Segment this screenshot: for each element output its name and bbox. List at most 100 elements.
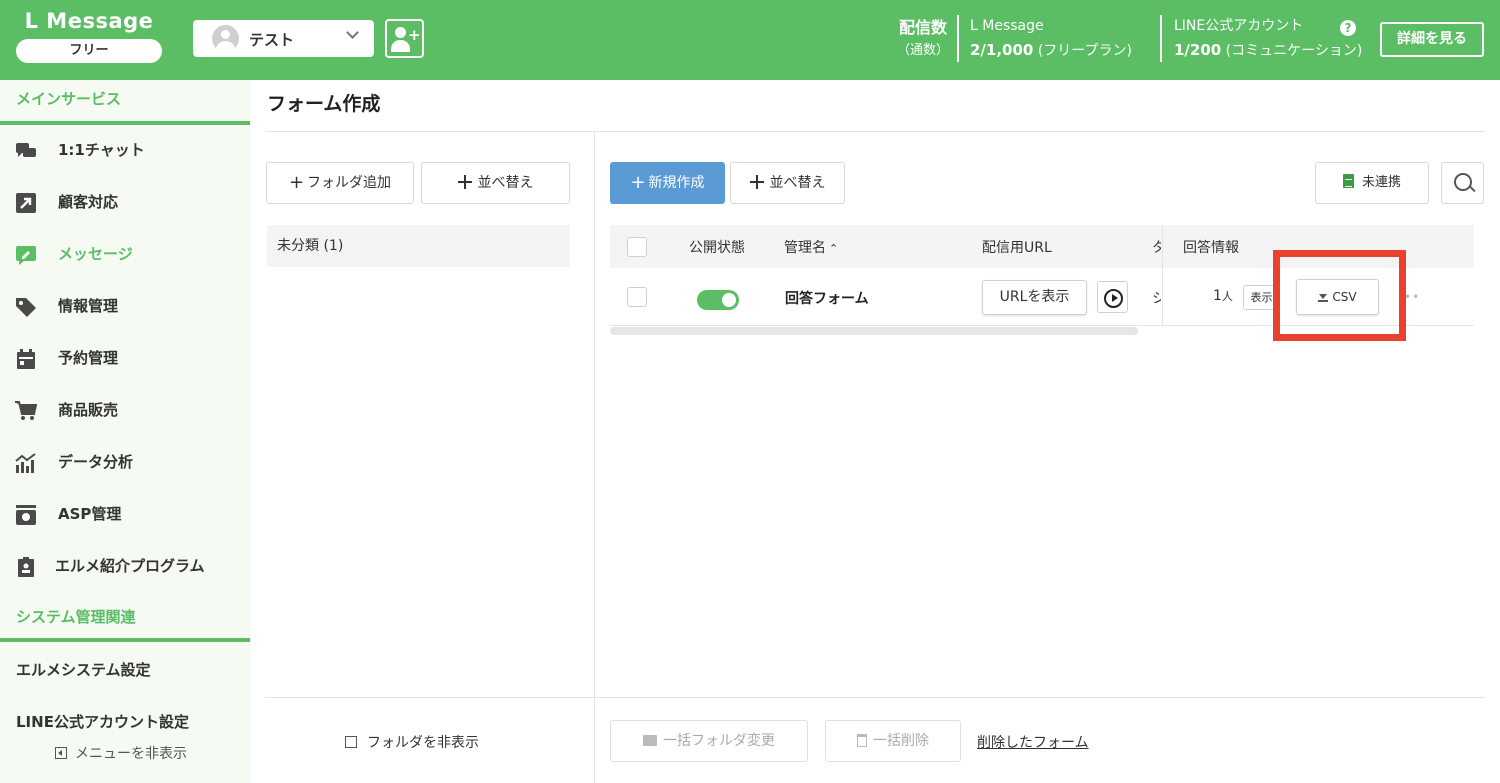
bulk-folder-label: 一括フォルダ変更 [663, 733, 775, 749]
sort-label: 並べ替え [769, 175, 826, 191]
sheets-link-button[interactable]: 未連携 [1315, 162, 1429, 204]
plus-icon: + [408, 26, 421, 44]
sidebar-item-analytics[interactable]: データ分析 [0, 437, 250, 489]
account-select[interactable]: テスト [193, 20, 374, 57]
user-add-icon [395, 27, 406, 38]
sort-icon: ⌃ [829, 242, 839, 255]
answer-count-value: 1 [1213, 288, 1222, 304]
folder-sort-button[interactable]: 並べ替え [421, 162, 570, 204]
preview-button[interactable] [1097, 281, 1128, 313]
hide-menu-label: メニューを非表示 [75, 746, 187, 762]
sidebar-item-referral[interactable]: エルメ紹介プログラム [0, 541, 250, 593]
sidebar-item-label: ASP管理 [58, 505, 122, 523]
move-icon [457, 175, 472, 189]
col-url: 配信用URL [982, 240, 1052, 256]
truncated-cell: シ [1152, 291, 1161, 307]
chart-icon [15, 453, 36, 473]
line-label: LINE公式アカウント [1174, 18, 1304, 34]
form-sort-button[interactable]: 並べ替え [730, 162, 845, 204]
detail-button[interactable]: 詳細を見る [1380, 22, 1484, 57]
search-button[interactable] [1441, 162, 1484, 204]
tag-icon [16, 298, 36, 317]
sidebar-item-label: 商品販売 [58, 401, 119, 419]
message-edit-icon [16, 246, 36, 265]
sidebar-item-asp[interactable]: ASP管理 [0, 489, 250, 541]
divider [594, 131, 595, 783]
col-name-label: 管理名 [784, 240, 826, 256]
account-name: テスト [249, 31, 295, 49]
sidebar-item-label: 情報管理 [58, 297, 119, 315]
publish-toggle[interactable] [697, 290, 739, 310]
divider [1160, 15, 1162, 62]
chevron-down-icon [346, 26, 359, 39]
send-count: 配信数 （通数） [897, 18, 949, 61]
collapse-icon [345, 736, 357, 748]
lmessage-usage: L Message 2/1,000 (フリープラン) [970, 16, 1132, 61]
sidebar-item-line-settings[interactable]: LINE公式アカウント設定 [16, 711, 189, 732]
sidebar-item-sales[interactable]: 商品販売 [0, 385, 250, 437]
section-underline [0, 638, 250, 642]
col-name[interactable]: 管理名 ⌃ [784, 237, 838, 257]
hide-menu-button[interactable]: メニューを非表示 [55, 743, 187, 763]
chat-icon [16, 143, 36, 157]
plus-icon: + [288, 172, 305, 193]
deleted-forms-link[interactable]: 削除したフォーム [977, 732, 1089, 752]
page-title: フォーム作成 [267, 93, 381, 115]
folder-item[interactable]: 未分類 (1) [267, 225, 570, 267]
sidebar-item-label: 顧客対応 [58, 193, 119, 211]
asp-icon [16, 505, 36, 525]
answer-count-unit: 人 [1221, 290, 1233, 303]
divider [265, 131, 1485, 132]
sidebar-item-system-settings[interactable]: エルメシステム設定 [16, 659, 151, 680]
new-form-button[interactable]: + 新規作成 [610, 162, 725, 204]
calendar-icon [17, 349, 35, 369]
divider [265, 697, 1485, 698]
add-account-button[interactable]: + [385, 19, 424, 58]
sidebar-item-message[interactable]: メッセージ [0, 229, 250, 281]
avatar [212, 25, 239, 52]
move-icon [749, 175, 764, 189]
form-name[interactable]: 回答フォーム [785, 288, 869, 308]
cart-icon [15, 401, 37, 420]
sidebar: メインサービス 1:1チャット 顧客対応 メッセージ 情報管理 予約管理 商品販… [0, 80, 250, 783]
sheets-label: 未連携 [1361, 175, 1401, 190]
bulk-delete-button[interactable]: 一括削除 [825, 720, 961, 762]
brand[interactable]: L Message フリー [16, 8, 162, 63]
col-answers: 回答情報 [1183, 240, 1239, 256]
line-plan: (コミュニケーション) [1221, 43, 1363, 59]
row-checkbox[interactable] [627, 287, 647, 307]
plus-icon: + [630, 172, 646, 193]
highlight-box [1273, 250, 1406, 341]
top-header: L Message フリー テスト + 配信数 （通数） L Message 2… [0, 0, 1500, 80]
sidebar-item-label: 予約管理 [58, 349, 119, 367]
add-folder-label: フォルダ追加 [307, 175, 392, 191]
show-url-button[interactable]: URLを表示 [982, 280, 1087, 315]
brand-name: L Message [24, 9, 154, 33]
clipboard-icon [18, 557, 34, 577]
sidebar-item-chat[interactable]: 1:1チャット [0, 125, 250, 177]
sidebar-item-reservation[interactable]: 予約管理 [0, 333, 250, 385]
sidebar-item-info[interactable]: 情報管理 [0, 281, 250, 333]
sidebar-item-support[interactable]: 顧客対応 [0, 177, 250, 229]
sidebar-item-label: 1:1チャット [58, 141, 145, 159]
hide-folders-button[interactable]: フォルダを非表示 [345, 732, 479, 752]
bulk-delete-label: 一括削除 [873, 733, 929, 749]
send-count-sub: （通数） [897, 43, 950, 58]
spreadsheet-icon [1342, 174, 1354, 188]
sidebar-section-system: システム管理関連 [16, 608, 136, 626]
help-icon[interactable]: ? [1340, 20, 1356, 36]
trash-icon [857, 734, 867, 747]
bulk-folder-button[interactable]: 一括フォルダ変更 [610, 720, 808, 762]
column-divider [1162, 225, 1163, 326]
add-folder-button[interactable]: + フォルダ追加 [266, 162, 414, 204]
horizontal-scrollbar[interactable] [610, 327, 1138, 335]
col-status: 公開状態 [689, 240, 745, 256]
lmessage-value: 2/1,000 [970, 41, 1034, 59]
lmessage-value-line: 2/1,000 (フリープラン) [970, 40, 1132, 61]
line-usage: LINE公式アカウント 1/200 (コミュニケーション) [1174, 16, 1362, 61]
more-icon[interactable]: •• [1404, 290, 1420, 304]
sidebar-item-label: データ分析 [58, 453, 134, 471]
sidebar-item-label: メッセージ [58, 245, 133, 263]
select-all-checkbox[interactable] [627, 237, 647, 257]
lmessage-plan: (フリープラン) [1033, 43, 1132, 59]
